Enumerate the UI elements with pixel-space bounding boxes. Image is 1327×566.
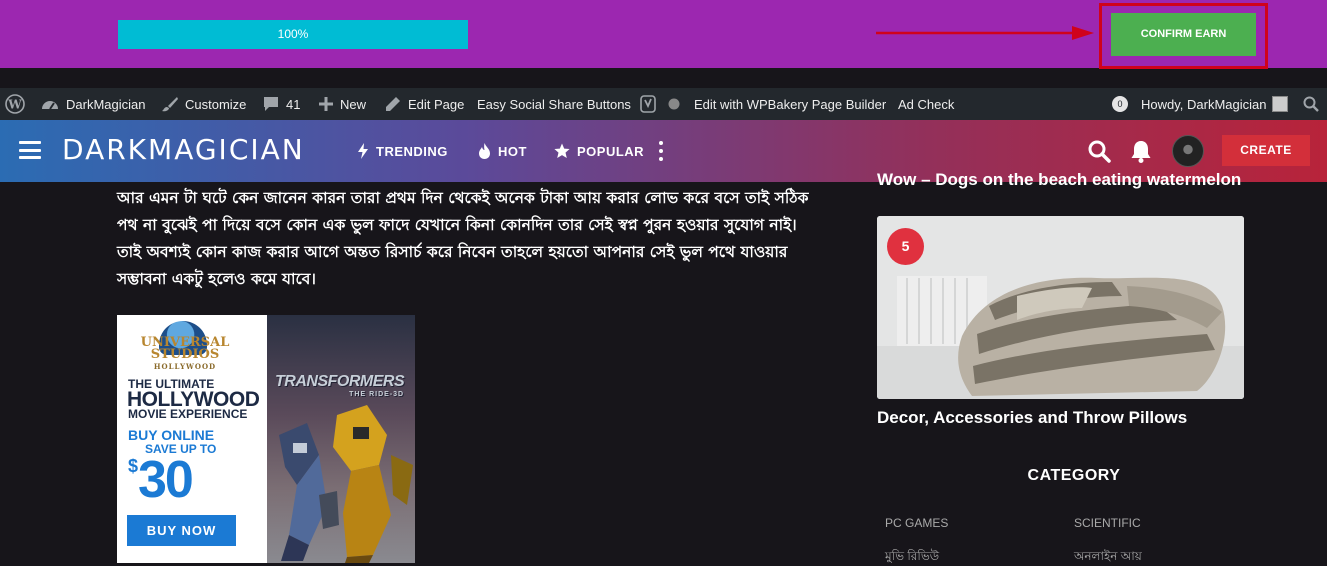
ad-logo-sub: HOLLYWOOD: [153, 362, 217, 371]
category-link-scientific[interactable]: SCIENTIFIC: [1074, 516, 1141, 530]
nav-trending-label: TRENDING: [376, 143, 448, 159]
status-dot-icon: [668, 98, 680, 110]
brush-icon: [162, 97, 178, 112]
header-search-icon[interactable]: [1087, 139, 1111, 163]
bolt-icon: [358, 143, 368, 159]
confirm-earn-button[interactable]: CONFIRM EARN: [1111, 13, 1256, 56]
yoast-icon: [640, 95, 656, 113]
admin-customize-label: Customize: [185, 96, 247, 112]
article-paragraph: আর এমন টা ঘটে কেন জানেন কারন তারা প্রথম …: [117, 189, 809, 288]
post-card-image[interactable]: [877, 216, 1244, 399]
notification-count-badge: 0: [1112, 96, 1128, 112]
ad-logo: UNIVERSAL STUDIOS HOLLYWOOD: [123, 335, 247, 373]
wp-admin-bar: W DarkMagician Customize 41 New Edit Pag…: [0, 88, 1327, 120]
ad-line-3: MOVIE EXPERIENCE: [128, 407, 248, 421]
admin-ad-check-label: Ad Check: [898, 96, 955, 112]
svg-text:W: W: [7, 98, 22, 112]
post-card-title[interactable]: Decor, Accessories and Throw Pillows: [877, 408, 1187, 428]
admin-avatar: [1272, 96, 1289, 112]
ad-price-amount: 30: [138, 451, 194, 509]
admin-new-label: New: [340, 96, 367, 112]
admin-site-menu[interactable]: DarkMagician: [41, 88, 145, 120]
admin-ad-check[interactable]: Ad Check: [898, 88, 954, 120]
more-menu-icon[interactable]: [658, 141, 664, 161]
menu-hamburger-icon[interactable]: [19, 141, 41, 159]
wordpress-icon: W: [5, 94, 25, 114]
sidebar-prev-title[interactable]: Wow – Dogs on the beach eating watermelo…: [877, 170, 1241, 190]
admin-customize[interactable]: Customize: [161, 88, 246, 120]
dashboard-icon: [42, 101, 58, 110]
ad-banner[interactable]: UNIVERSAL STUDIOS HOLLYWOOD THE ULTIMATE…: [117, 315, 415, 563]
user-avatar[interactable]: [1172, 135, 1204, 167]
earn-progress-bar: 100%: [118, 20, 468, 49]
flame-icon: [479, 143, 490, 159]
rank-badge: 5: [887, 228, 924, 265]
pencil-icon: [386, 97, 400, 111]
ad-buy-now-button[interactable]: BUY NOW: [127, 515, 236, 546]
plus-icon: [319, 97, 333, 111]
admin-new[interactable]: New: [318, 88, 366, 120]
search-icon: [1303, 96, 1319, 112]
star-icon: [554, 143, 570, 158]
earn-progress-text: 100%: [277, 27, 309, 41]
category-link-pc-games[interactable]: PC GAMES: [885, 516, 948, 530]
ad-image-panel: TRANSFORMERS THE RIDE-3D: [267, 315, 415, 563]
admin-wpbakery-label: Edit with WPBakery Page Builder: [694, 96, 887, 112]
admin-easy-social-share-label: Easy Social Share Buttons: [477, 96, 631, 112]
nav-hot-label: HOT: [498, 143, 527, 159]
admin-comments-count: 41: [286, 96, 301, 112]
admin-wpbakery[interactable]: Edit with WPBakery Page Builder: [694, 88, 886, 120]
site-brand-logo[interactable]: DARKMAGICIAN: [62, 133, 305, 167]
category-link-online-income[interactable]: অনলাইন আয়: [1074, 548, 1142, 566]
comment-icon: [264, 97, 278, 111]
pointer-arrow-icon: [876, 26, 1094, 40]
ad-line-4: BUY ONLINE: [128, 427, 215, 443]
ad-logo-main: UNIVERSAL STUDIOS: [140, 335, 230, 362]
admin-account-menu[interactable]: Howdy, DarkMagician: [1141, 88, 1289, 120]
category-link-movie-review[interactable]: মুভি রিভিউ: [885, 548, 939, 566]
robot-illustration-icon: [279, 405, 413, 563]
admin-edit-page[interactable]: Edit Page: [385, 88, 464, 120]
admin-edit-page-label: Edit Page: [408, 96, 465, 112]
admin-yoast[interactable]: [640, 88, 656, 120]
create-button[interactable]: CREATE: [1222, 135, 1310, 166]
pillow-photo: [877, 216, 1244, 399]
admin-easy-social-share[interactable]: Easy Social Share Buttons: [477, 88, 631, 120]
wp-logo-menu[interactable]: W: [5, 88, 25, 120]
ad-brand-art-title: TRANSFORMERS: [275, 373, 405, 390]
ad-price: $30: [128, 450, 194, 510]
category-heading: CATEGORY: [1027, 467, 1121, 484]
admin-site-name: DarkMagician: [66, 96, 146, 112]
admin-greeting: Howdy, DarkMagician: [1141, 96, 1267, 112]
ad-price-currency: $: [128, 456, 139, 476]
admin-comments[interactable]: 41: [262, 88, 300, 120]
admin-notifications[interactable]: 0: [1112, 88, 1128, 120]
nav-popular[interactable]: POPULAR: [554, 141, 644, 161]
nav-trending[interactable]: TRENDING: [357, 141, 448, 161]
admin-search[interactable]: [1303, 88, 1319, 120]
nav-hot[interactable]: HOT: [478, 141, 527, 161]
nav-popular-label: POPULAR: [577, 143, 645, 159]
notification-bell-icon[interactable]: [1130, 139, 1152, 163]
admin-seo-status[interactable]: [668, 88, 680, 120]
ad-text-panel: UNIVERSAL STUDIOS HOLLYWOOD THE ULTIMATE…: [117, 315, 267, 563]
